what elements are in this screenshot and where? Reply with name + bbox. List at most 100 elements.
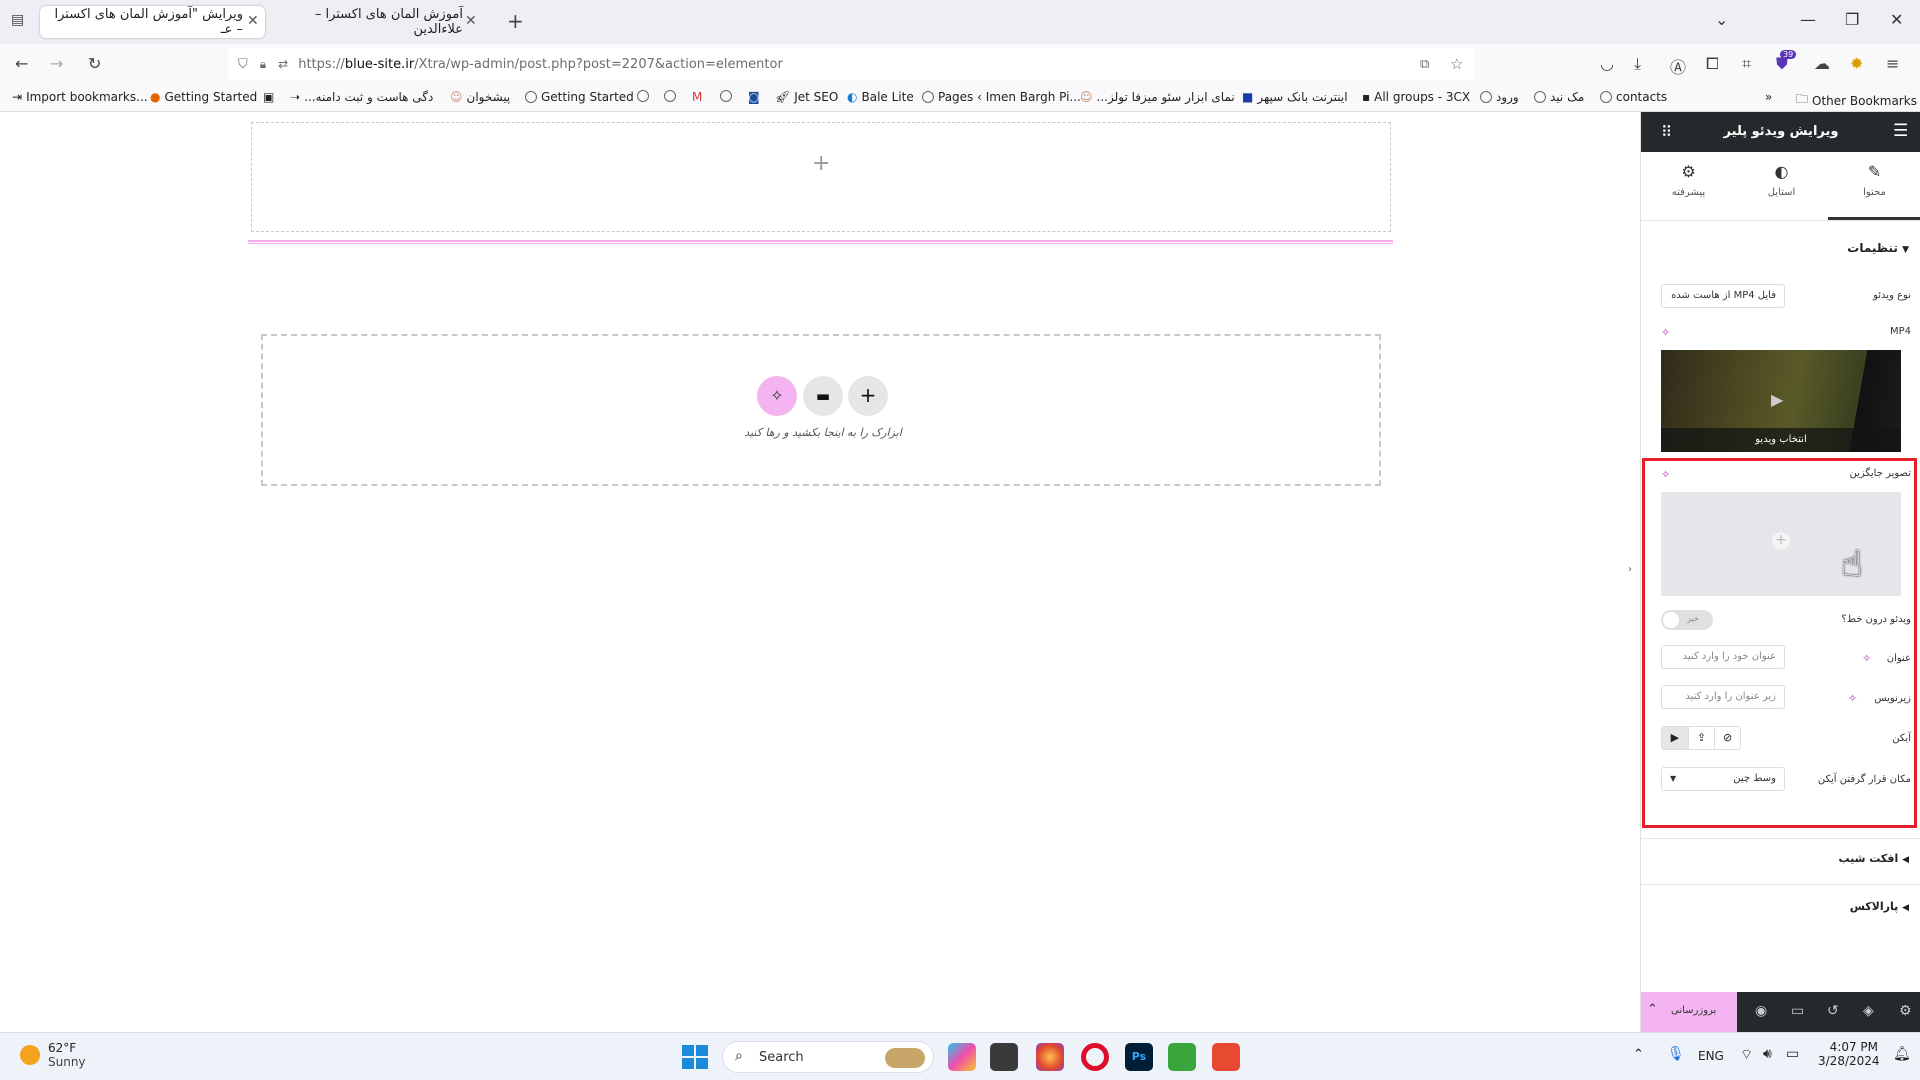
tab-active[interactable]: ویرایش "آموزش المان های اکسترا – عـ ✕ [40, 6, 265, 38]
ai-sparkle-icon[interactable]: ✧ [1661, 468, 1670, 481]
bookmark-item[interactable]: ■ اینترنت بانک سپهر [1242, 90, 1348, 104]
close-window-icon[interactable]: ✕ [1890, 10, 1903, 29]
star-icon[interactable]: ☆ [1450, 55, 1463, 73]
clock[interactable]: 4:07 PM 3/28/2024 [1818, 1040, 1880, 1068]
tab-advanced[interactable]: ⚙ پیشرفته [1642, 162, 1735, 198]
ai-button[interactable]: ✧ [757, 376, 797, 416]
icon-position-select[interactable]: وسط چین ▼ [1661, 767, 1785, 791]
play-icon[interactable]: ▶ [1662, 727, 1688, 749]
permissions-icon[interactable]: ⇄ [278, 57, 288, 71]
section-tilt-header[interactable]: ◀ افکت شیب [1791, 852, 1909, 865]
forward-icon[interactable]: → [50, 54, 63, 73]
bookmark-item[interactable] [637, 90, 649, 102]
hamburger-icon[interactable]: ☰ [1893, 121, 1908, 141]
translate-icon[interactable]: ⧉ [1420, 57, 1429, 72]
video-preview[interactable]: ▶ انتخاب ویدیو [1661, 350, 1901, 452]
section-parallax-header[interactable]: ◀ پارالاکس [1791, 900, 1909, 913]
close-icon[interactable]: ✕ [247, 13, 259, 29]
new-tab-icon[interactable]: + [507, 9, 524, 33]
tab-list-icon[interactable]: ▤ [11, 12, 24, 28]
download-icon[interactable]: ⤓ [1634, 54, 1641, 74]
bookmark-item[interactable]: ▪ All groups - 3CX [1362, 90, 1470, 104]
bookmark-item[interactable] [664, 90, 676, 102]
crop-icon[interactable]: ⌗ [1742, 54, 1751, 74]
copilot-icon[interactable] [948, 1043, 976, 1071]
add-element-icon[interactable]: + [812, 151, 830, 176]
tab-inactive[interactable]: آموزش المان های اکسترا – علاءالدین ✕ [270, 6, 485, 38]
responsive-icon[interactable]: ▭ [1791, 1003, 1804, 1019]
template-library-button[interactable]: ▬ [803, 376, 843, 416]
upload-icon[interactable]: ⇪ [1687, 727, 1715, 749]
drop-zone[interactable]: ✧ ▬ + ابزارک را به اینجا بکشید و رها کنی… [261, 334, 1381, 486]
volume-icon[interactable]: 🔊︎ [1763, 1046, 1772, 1062]
bookmark-item[interactable]: ➝ ...دگی هاست و ثبت دامنه [290, 90, 433, 104]
navigator-icon[interactable]: ◈ [1863, 1003, 1874, 1019]
bookmark-item[interactable]: مک نید [1534, 90, 1584, 104]
bookmark-item[interactable]: ▣ [263, 90, 274, 104]
weather-widget[interactable]: 62°F Sunny [20, 1041, 86, 1069]
bookmark-item[interactable]: ● Getting Started [150, 90, 257, 104]
none-icon[interactable]: ⊘ [1714, 727, 1740, 749]
history-icon[interactable]: ↺ [1827, 1003, 1839, 1019]
choose-video-bar[interactable]: انتخاب ویدیو [1661, 428, 1901, 452]
bookmark-item[interactable]: Pages ‹ Imen Bargh Pi... [922, 90, 1081, 104]
section-settings-header[interactable]: ▼ تنظیمات [1791, 241, 1909, 255]
sun-icon[interactable]: ✹ [1850, 54, 1863, 73]
close-icon[interactable]: ✕ [465, 13, 477, 29]
preview-eye-icon[interactable]: ◉ [1755, 1003, 1767, 1019]
menu-icon[interactable]: ≡ [1886, 54, 1899, 73]
tray-chevron-icon[interactable]: ⌃ [1633, 1047, 1644, 1062]
microphone-icon[interactable]: 🎙︎ [1667, 1046, 1685, 1062]
reload-icon[interactable]: ↻ [88, 54, 101, 73]
battery-icon[interactable]: ▭ [1786, 1046, 1799, 1062]
settings-icon[interactable]: ⚙ [1899, 1003, 1912, 1019]
tab-style[interactable]: ◐ استایل [1735, 162, 1828, 198]
bookmark-item[interactable]: ⇥ Import bookmarks... [12, 90, 148, 104]
notification-icon[interactable]: 🔔︎ [1893, 1046, 1911, 1062]
subtitle-input[interactable]: زیر عنوان را وارد کنید [1661, 685, 1785, 709]
video-type-select[interactable]: فایل MP4 از هاست شده [1661, 284, 1785, 308]
opera-icon[interactable] [1081, 1043, 1109, 1071]
bookmark-item[interactable]: ☺ ...نمای ابزار سئو میزفا تولز [1080, 90, 1235, 104]
bookmark-item[interactable]: M [692, 90, 702, 104]
update-button[interactable]: ⌃ بروزرسانی [1641, 992, 1737, 1032]
panel-collapse-icon[interactable]: › [1628, 564, 1632, 575]
back-icon[interactable]: ← [15, 54, 28, 73]
bookmark-item[interactable]: Getting Started [525, 90, 634, 104]
bookmark-item[interactable]: ☺ پیشخوان [450, 90, 510, 104]
taskbar-search[interactable]: ⌕ Search [722, 1041, 934, 1073]
bookmark-item[interactable]: ◐ Bale Lite [847, 90, 914, 104]
url-bar[interactable]: ⛉ 🔒︎ ⇄ https://blue-site.ir/Xtra/wp-admi… [228, 48, 1474, 80]
extensions-icon[interactable]: ⧠ [1706, 54, 1719, 74]
restore-icon[interactable]: ❐ [1845, 10, 1859, 29]
bookmark-item[interactable]: 🚀︎ Jet SEO [775, 90, 838, 104]
bookmark-folder[interactable]: 🗀︎ Other Bookmarks [1796, 90, 1917, 111]
add-section-button[interactable]: + [848, 376, 888, 416]
cloud-icon[interactable]: ☁ [1814, 54, 1830, 73]
ai-sparkle-icon[interactable]: ✧ [1862, 652, 1871, 665]
more-bookmarks-icon[interactable]: » [1765, 90, 1772, 104]
placeholder-image-upload[interactable]: + ☝ [1661, 492, 1901, 596]
section-top[interactable]: + [251, 122, 1391, 232]
inline-video-toggle[interactable]: خیر [1661, 610, 1713, 630]
widgets-grid-icon[interactable]: ⠿ [1661, 123, 1672, 141]
bookmark-item[interactable]: contacts [1600, 90, 1667, 104]
chevron-down-icon[interactable]: ⌄ [1715, 10, 1728, 29]
ai-sparkle-icon[interactable]: ✧ [1848, 692, 1857, 705]
photoshop-icon[interactable]: Ps [1125, 1043, 1153, 1071]
pocket-icon[interactable]: ◡ [1600, 54, 1614, 73]
account-icon[interactable]: Ⓐ [1670, 54, 1686, 78]
bookmark-item[interactable]: ◙ [748, 90, 760, 104]
language-indicator[interactable]: ENG [1698, 1049, 1724, 1063]
camtasia-green-icon[interactable] [1168, 1043, 1196, 1071]
bookmark-item[interactable]: ورود [1480, 90, 1519, 104]
ai-sparkle-icon[interactable]: ✧ [1661, 326, 1670, 339]
title-input[interactable]: عنوان خود را وارد کنید [1661, 645, 1785, 669]
bookmark-item[interactable] [720, 90, 732, 102]
minimize-icon[interactable]: — [1800, 10, 1816, 29]
tab-content[interactable]: ✎ محتوا [1828, 162, 1920, 220]
wifi-icon[interactable]: ⌔ [1740, 1046, 1753, 1064]
firefox-icon[interactable] [1036, 1043, 1064, 1071]
windows-start-icon[interactable] [680, 1043, 708, 1071]
file-explorer-icon[interactable] [990, 1043, 1018, 1071]
